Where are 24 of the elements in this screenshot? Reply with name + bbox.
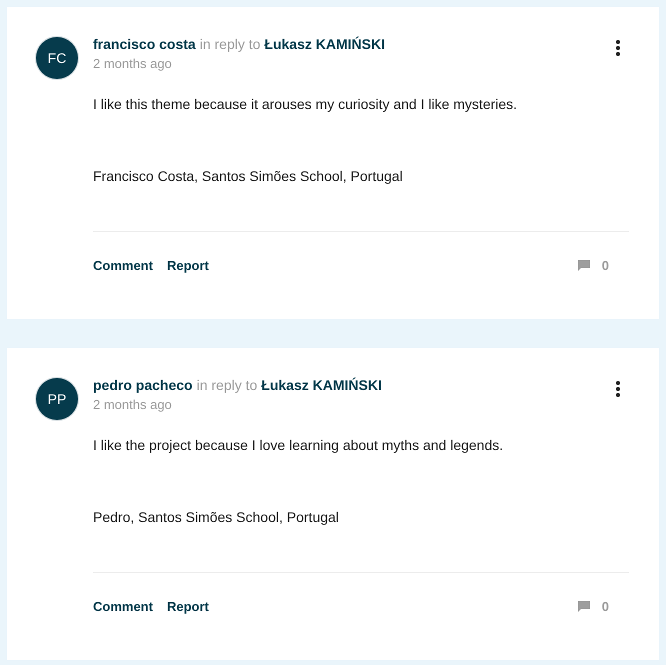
more-icon[interactable] [615,381,621,397]
action-link[interactable]: Comment [93,258,153,273]
timestamp: 2 months ago [93,397,173,412]
reply-label: in reply to [196,377,258,394]
more-icon[interactable] [615,40,621,56]
comment-text: Francisco Costa, Santos Simões School, Portugal [93,168,404,185]
reply-count: 0 [602,258,609,273]
timestamp: 2 months ago [93,56,173,71]
action-link[interactable]: Report [166,258,209,273]
comment-text: I like this theme because it arouses my curiosity and I like mysteries. [93,96,518,113]
comment-text: Pedro, Santos Simões School, Portugal [93,509,340,526]
avatar: PP [36,378,78,420]
reply-count: 0 [602,599,609,614]
action-link[interactable]: Comment [93,599,153,614]
avatar: FC [36,37,78,79]
reply-to-name: Łukasz KAMIŃSKI [261,377,382,394]
reply-to-name: Łukasz KAMIŃSKI [264,36,385,53]
action-link[interactable]: Report [166,599,209,614]
reply-label: in reply to [200,36,260,53]
author-name: francisco costa [93,36,196,53]
comment-icon [578,260,590,271]
comment-icon [578,601,590,612]
author-name: pedro pacheco [93,377,193,394]
comment-text: I like the project because I love learning about myths and legends. [93,437,504,454]
